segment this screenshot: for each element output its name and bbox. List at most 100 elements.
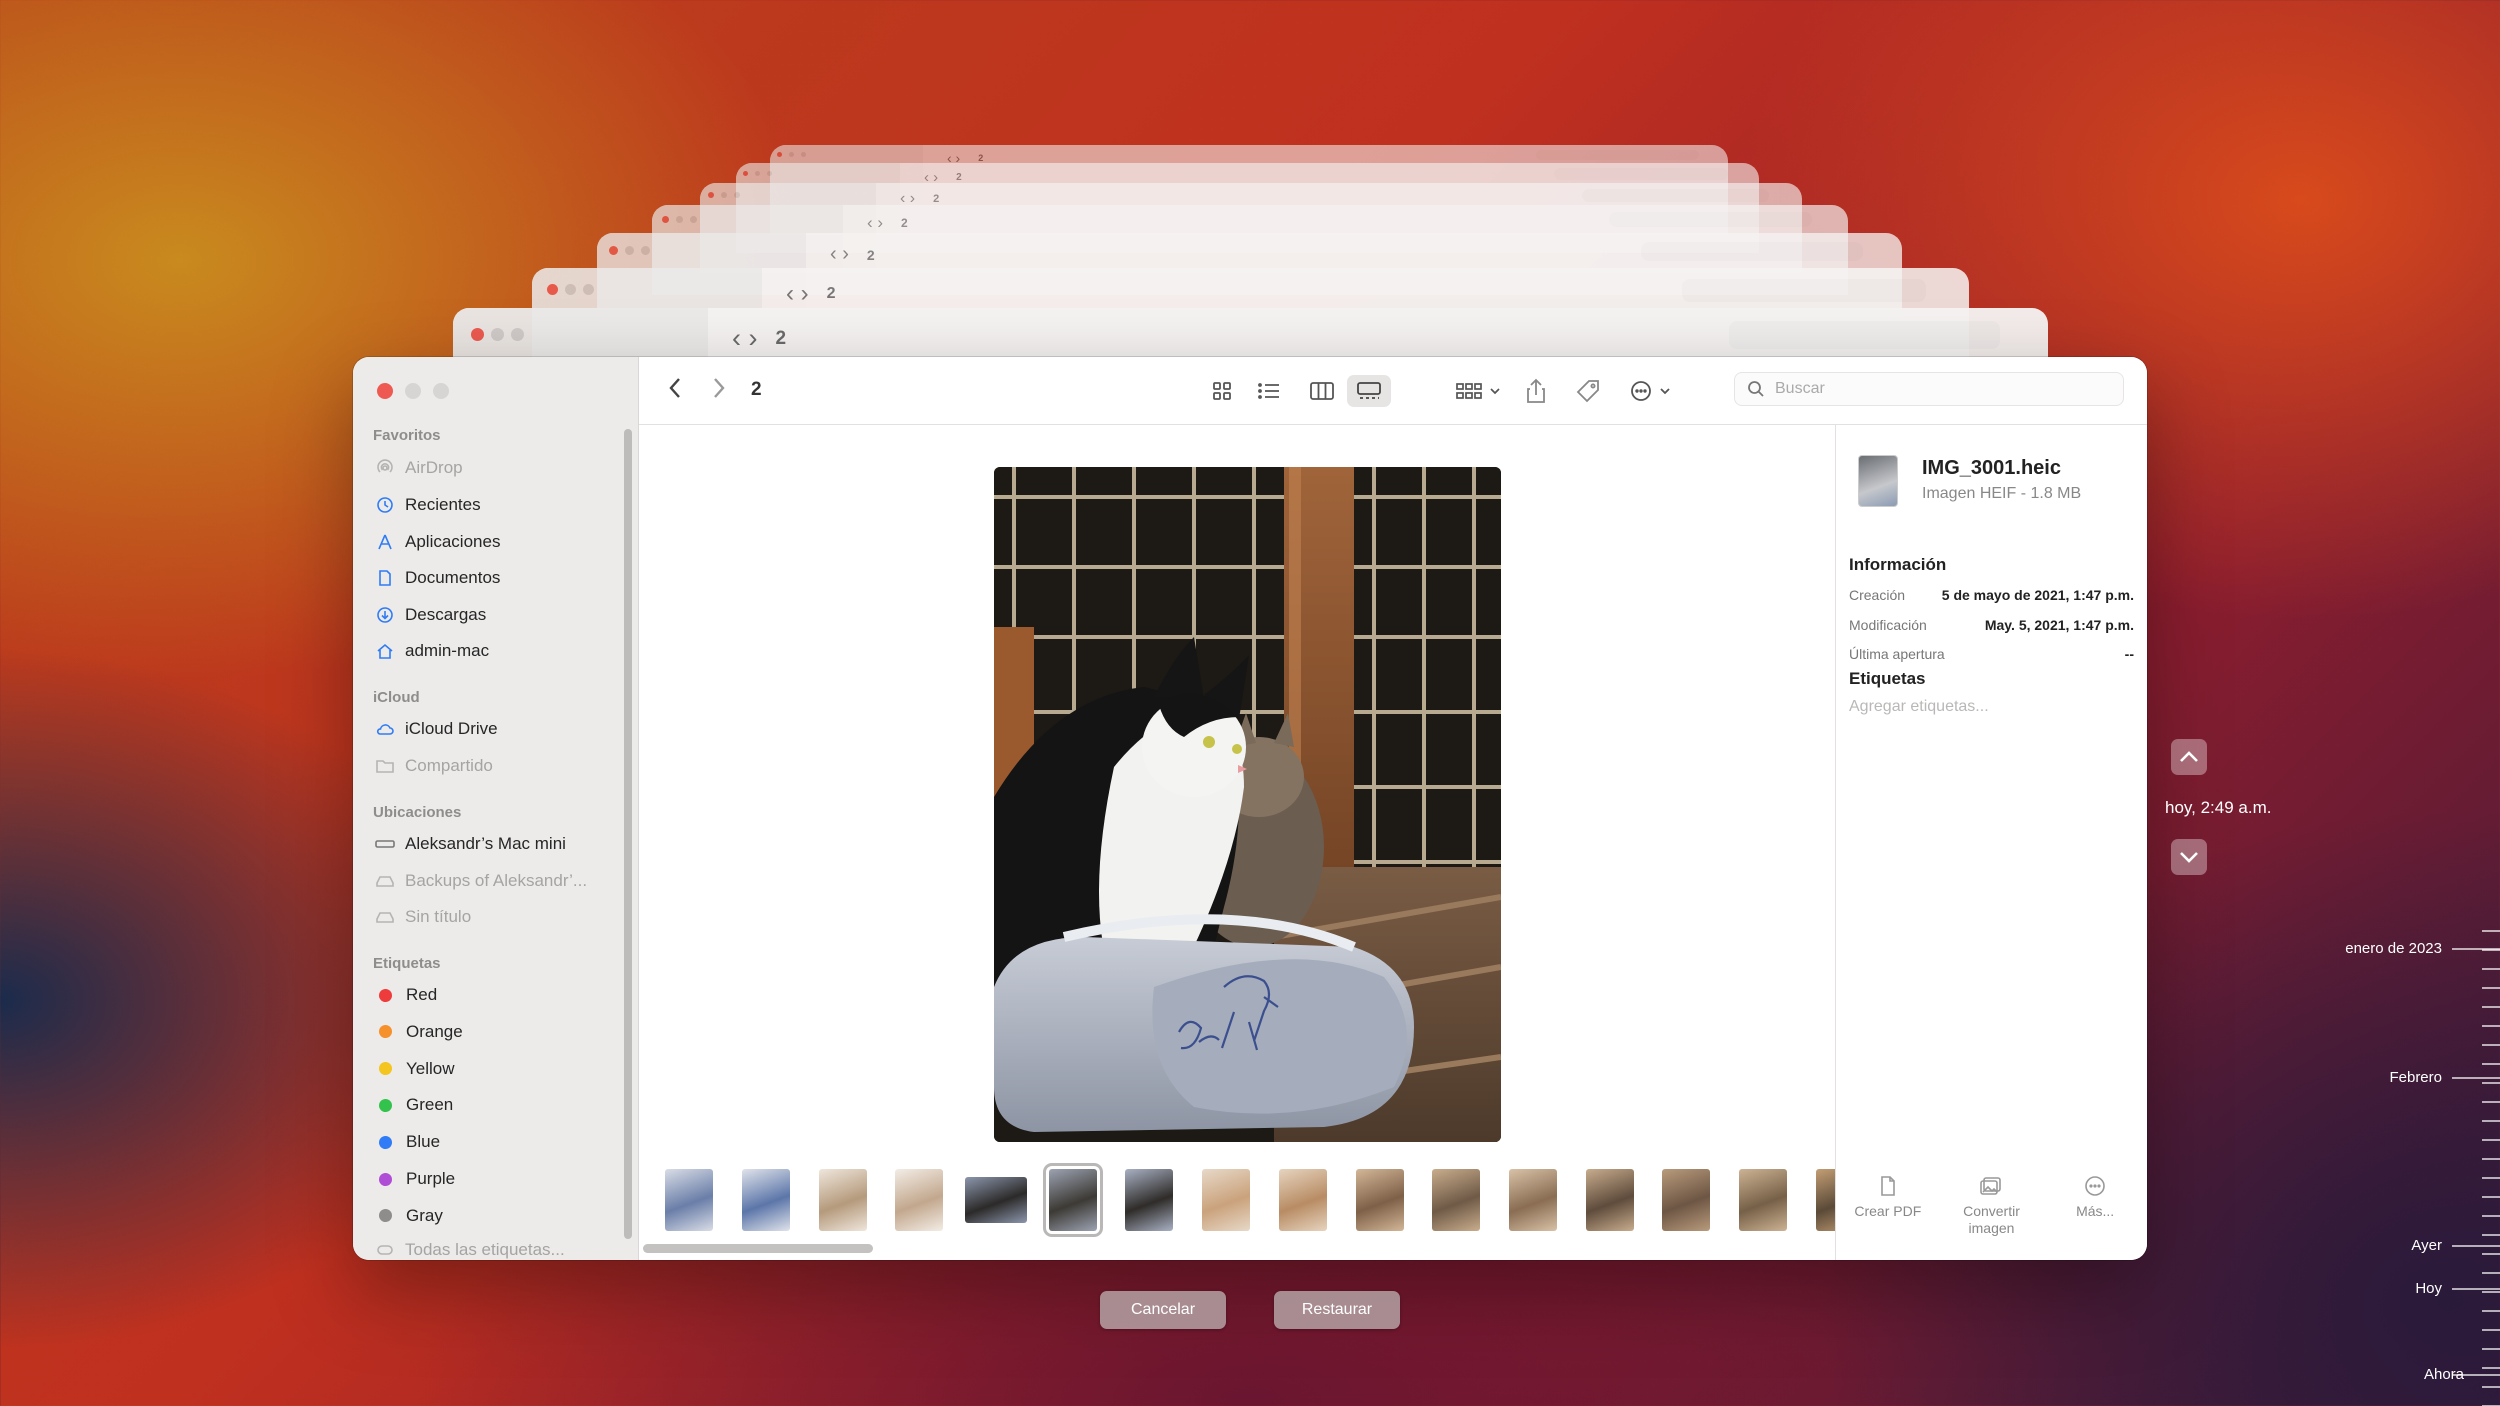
toolbar: 2 Buscar — [639, 357, 2147, 425]
sidebar-item-airdrop[interactable]: AirDrop — [375, 455, 463, 481]
file-name: IMG_3001.heic — [1922, 457, 2061, 479]
thumbnail[interactable] — [958, 1165, 1035, 1235]
sidebar-tag-purple[interactable]: Purple — [375, 1166, 455, 1192]
sidebar-item-all-tags[interactable]: Todas las etiquetas... — [375, 1237, 565, 1260]
sidebar-item-documentos[interactable]: Documentos — [375, 565, 500, 591]
thumbnail[interactable] — [1495, 1165, 1572, 1235]
inspector-panel: IMG_3001.heic Imagen HEIF - 1.8 MB Infor… — [1835, 425, 2147, 1260]
gallery-view-icon — [1357, 382, 1381, 399]
share-button[interactable] — [1521, 375, 1551, 407]
info-key: Modificación — [1849, 617, 1927, 633]
thumbnail[interactable] — [1341, 1165, 1418, 1235]
chevron-down-icon — [2180, 852, 2198, 863]
sidebar-item-label: Blue — [406, 1132, 441, 1152]
timeline-label[interactable]: Ayer — [2411, 1237, 2442, 1254]
sidebar-section-etiquetas: Etiquetas — [373, 955, 441, 972]
gallery-view-button[interactable] — [1347, 375, 1391, 407]
back-button[interactable] — [667, 375, 683, 407]
info-row-creation: Creación 5 de mayo de 2021, 1:47 p.m. — [1849, 585, 2134, 605]
list-view-button[interactable] — [1254, 375, 1284, 407]
sidebar-item-aplicaciones[interactable]: Aplicaciones — [375, 529, 500, 555]
sidebar-section-favorites: Favoritos — [373, 427, 441, 444]
search-field[interactable]: Buscar — [1734, 372, 2124, 406]
timeline-tick — [2482, 987, 2500, 989]
tag-color-dot — [379, 1209, 392, 1223]
thumbnail[interactable] — [1111, 1165, 1188, 1235]
action-menu-button[interactable] — [1627, 375, 1681, 407]
thumbnail[interactable] — [804, 1165, 881, 1235]
sidebar-tag-yellow[interactable]: Yellow — [375, 1056, 455, 1082]
create-pdf-button[interactable]: Crear PDF — [1840, 1175, 1936, 1237]
thumbnail[interactable] — [881, 1165, 958, 1235]
minimize-button[interactable] — [405, 383, 421, 399]
more-actions-button[interactable]: Más... — [2047, 1175, 2143, 1237]
timeline[interactable]: enero de 2023 Febrero Ayer Hoy Ahora — [2345, 930, 2500, 1406]
sidebar-item-mac-mini[interactable]: Aleksandr’s Mac mini — [375, 831, 566, 857]
thumbnail[interactable] — [728, 1165, 805, 1235]
timeline-tick — [2482, 1101, 2500, 1103]
tag-color-dot — [379, 1062, 392, 1076]
timeline-label[interactable]: enero de 2023 — [2345, 940, 2442, 957]
timeline-tick — [2482, 1386, 2500, 1388]
sidebar-tag-gray[interactable]: Gray — [375, 1203, 443, 1229]
thumbnail[interactable] — [1571, 1165, 1648, 1235]
horizontal-scrollbar[interactable] — [643, 1244, 1829, 1254]
sidebar-item-admin-mac[interactable]: admin-mac — [375, 638, 489, 664]
photo-preview[interactable] — [994, 467, 1501, 1142]
tags-heading: Etiquetas — [1849, 669, 1926, 688]
add-tags-field[interactable]: Agregar etiquetas... — [1849, 698, 1989, 716]
sidebar-item-sin-titulo[interactable]: Sin título — [375, 904, 471, 930]
forward-button[interactable] — [711, 375, 727, 407]
close-button[interactable] — [377, 383, 393, 399]
sidebar-item-compartido[interactable]: Compartido — [375, 753, 493, 779]
timeline-major-tick — [2452, 1288, 2500, 1290]
restore-button[interactable]: Restaurar — [1274, 1291, 1400, 1329]
sidebar-item-backups[interactable]: Backups of Aleksandr’... — [375, 868, 587, 894]
timemachine-down-button[interactable] — [2171, 839, 2207, 875]
column-view-button[interactable] — [1306, 375, 1338, 407]
timemachine-up-button[interactable] — [2171, 739, 2207, 775]
list-view-icon — [1258, 383, 1279, 399]
timeline-tick — [2482, 1139, 2500, 1141]
sidebar-item-label: iCloud Drive — [405, 719, 498, 738]
thumbnail[interactable] — [1648, 1165, 1725, 1235]
thumbnail[interactable] — [1034, 1163, 1111, 1237]
sidebar-item-icloud-drive[interactable]: iCloud Drive — [375, 716, 498, 742]
info-key: Creación — [1849, 587, 1906, 603]
timeline-label[interactable]: Ahora — [2424, 1366, 2464, 1383]
thumbnail[interactable] — [1418, 1165, 1495, 1235]
sidebar-item-label: Compartido — [405, 756, 493, 775]
timeline-label[interactable]: Febrero — [2389, 1069, 2442, 1086]
info-value: 5 de mayo de 2021, 1:47 p.m. — [1941, 587, 2134, 603]
drive-icon — [375, 871, 395, 891]
timeline-tick — [2482, 1329, 2500, 1331]
sidebar-item-descargas[interactable]: Descargas — [375, 602, 486, 628]
timeline-tick — [2482, 1348, 2500, 1350]
timeline-tick — [2482, 1025, 2500, 1027]
timeline-tick — [2482, 1234, 2500, 1236]
cancel-button[interactable]: Cancelar — [1100, 1291, 1226, 1329]
thumbnail[interactable] — [1725, 1165, 1802, 1235]
group-button[interactable] — [1453, 375, 1507, 407]
thumbnail[interactable] — [651, 1165, 728, 1235]
icon-view-button[interactable] — [1207, 375, 1237, 407]
sidebar-scrollbar[interactable] — [624, 429, 632, 1239]
sidebar-item-recientes[interactable]: Recientes — [375, 492, 481, 518]
thumbnail[interactable] — [1265, 1165, 1342, 1235]
timeline-label[interactable]: Hoy — [2415, 1280, 2442, 1297]
sidebar-tag-red[interactable]: Red — [375, 982, 437, 1008]
sidebar-section-icloud: iCloud — [373, 689, 420, 706]
zoom-button[interactable] — [433, 383, 449, 399]
search-icon — [1748, 381, 1764, 397]
convert-image-button[interactable]: Convertir imagen — [1943, 1175, 2039, 1237]
sidebar-tag-orange[interactable]: Orange — [375, 1019, 463, 1045]
thumbnail[interactable] — [1188, 1165, 1265, 1235]
tag-button[interactable] — [1573, 375, 1603, 407]
group-icon — [1456, 383, 1500, 399]
timeline-tick — [2482, 1253, 2500, 1255]
sidebar-tag-green[interactable]: Green — [375, 1092, 453, 1118]
sidebar-item-label: Descargas — [405, 605, 487, 624]
timeline-tick — [2482, 1310, 2500, 1312]
sidebar-tag-blue[interactable]: Blue — [375, 1129, 440, 1155]
timeline-tick — [2482, 1044, 2500, 1046]
